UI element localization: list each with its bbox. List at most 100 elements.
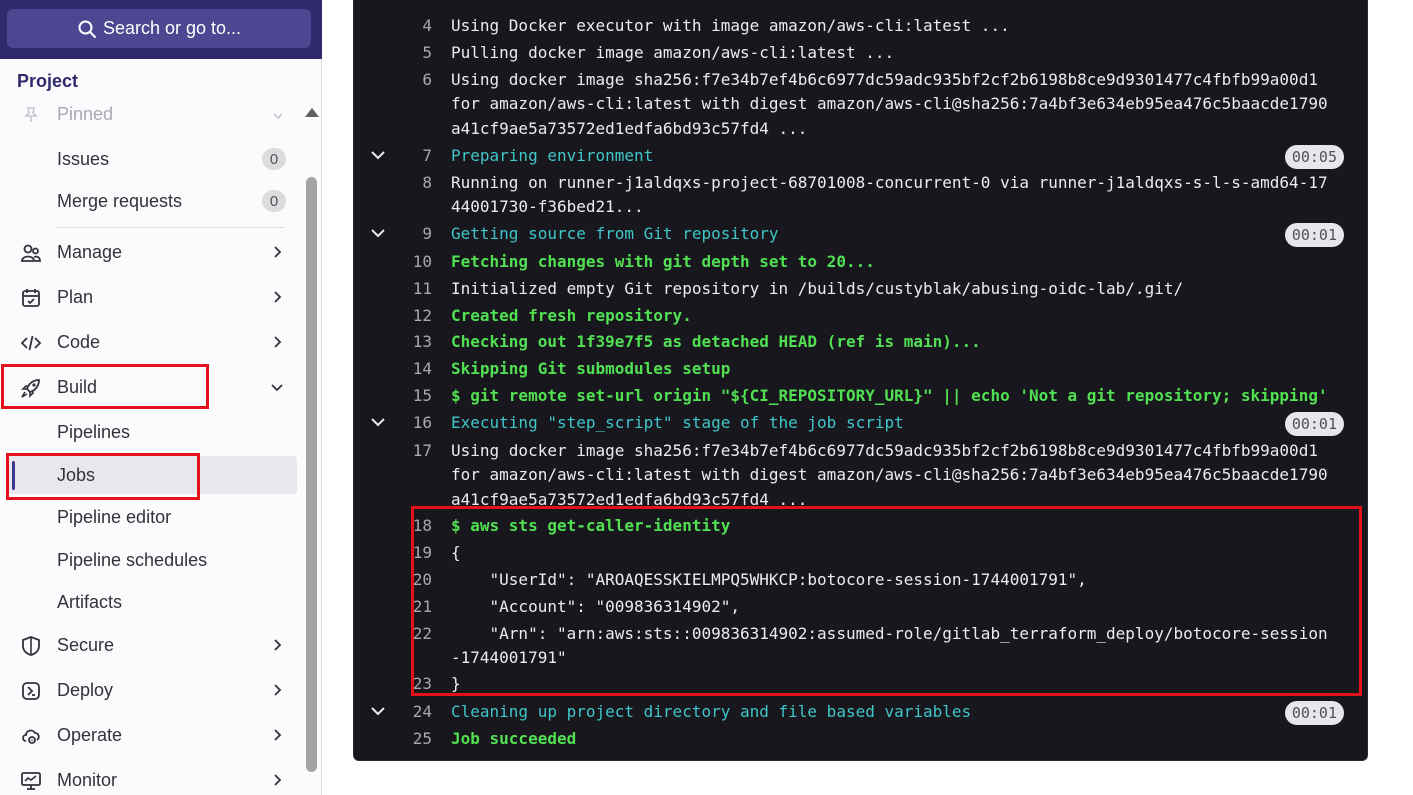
sidebar-item-plan[interactable]: Plan — [8, 277, 297, 317]
chevron-right-icon — [274, 246, 282, 258]
sidebar-item-monitor[interactable]: Monitor — [8, 760, 297, 795]
rocket-icon — [21, 379, 40, 398]
log-text: Initialized empty Git repository in /bui… — [451, 279, 1184, 298]
active-indicator — [12, 461, 15, 490]
sidebar-item-label: Manage — [57, 241, 123, 262]
scrollbar-thumb[interactable] — [306, 177, 317, 772]
calendar-icon — [22, 289, 40, 307]
line-number[interactable]: 10 — [396, 248, 432, 275]
sidebar-item-merge-requests[interactable]: Merge requests 0 — [8, 182, 297, 220]
log-text: "Account": "009836314902", — [451, 597, 740, 616]
sidebar-item-pipeline-schedules[interactable]: Pipeline schedules — [8, 541, 297, 579]
chevron-down-icon[interactable] — [370, 416, 386, 428]
log-text: for amazon/aws-cli:latest with digest am… — [451, 94, 1328, 113]
pin-icon — [24, 107, 38, 122]
line-number[interactable]: 19 — [396, 539, 432, 566]
line-number[interactable]: 25 — [396, 725, 432, 752]
section-duration-badge: 00:01 — [1284, 412, 1344, 436]
chevron-down-icon — [273, 113, 283, 120]
job-log: 4 Using Docker executor with image amazon… — [353, 0, 1368, 761]
sidebar-item-artifacts[interactable]: Artifacts — [8, 583, 297, 621]
chevron-down-icon[interactable] — [370, 149, 386, 161]
sidebar-item-label: Pipeline editor — [57, 506, 172, 527]
line-number[interactable]: 14 — [396, 355, 432, 382]
line-number[interactable]: 4 — [396, 12, 432, 39]
sidebar-item-issues[interactable]: Issues 0 — [8, 140, 297, 178]
line-number[interactable]: 6 — [396, 66, 432, 93]
log-text: for amazon/aws-cli:latest with digest am… — [451, 465, 1328, 484]
line-number[interactable]: 18 — [396, 512, 432, 539]
line-number[interactable]: 22 — [396, 620, 432, 647]
log-text: $ aws sts get-caller-identity — [451, 516, 731, 535]
log-text: Using Docker executor with image amazon/… — [451, 16, 1010, 35]
sidebar-item-label: Monitor — [57, 769, 118, 790]
line-number[interactable]: 12 — [396, 302, 432, 329]
line-number[interactable]: 17 — [396, 437, 432, 464]
chevron-right-icon — [274, 291, 282, 303]
scroll-up-arrow[interactable] — [305, 108, 319, 117]
log-text: Using docker image sha256:f7e34b7ef4b6c6… — [451, 441, 1318, 460]
log-text: $ git remote set-url origin "${CI_REPOSI… — [451, 386, 1328, 405]
line-number[interactable]: 23 — [396, 670, 432, 697]
sidebar-item-label: Artifacts — [57, 591, 123, 612]
log-text: Checking out 1f39e7f5 as detached HEAD (… — [451, 332, 981, 351]
line-number[interactable]: 7 — [396, 142, 432, 169]
log-text: a41cf9ae5a73572ed1edfa6bd93c57fd4 ... — [451, 490, 808, 509]
line-number[interactable]: 16 — [396, 409, 432, 436]
chevron-right-icon — [274, 336, 282, 348]
line-number[interactable]: 9 — [396, 220, 432, 247]
section-title: Project — [17, 71, 79, 91]
sidebar-item-pipeline-editor[interactable]: Pipeline editor — [8, 498, 297, 536]
deploy-icon — [22, 682, 40, 700]
sidebar-item-label: Plan — [57, 286, 94, 307]
log-text: Getting source from Git repository — [451, 224, 779, 243]
log-text: Running on runner-j1aldqxs-project-68701… — [451, 173, 1328, 192]
sidebar-item-secure[interactable]: Secure — [8, 625, 297, 665]
search-button[interactable]: Search or go to... — [7, 9, 311, 48]
line-number[interactable]: 20 — [396, 566, 432, 593]
line-number[interactable]: 24 — [396, 698, 432, 725]
sidebar-item-label: Merge requests — [57, 190, 183, 211]
log-text: Executing "step_script" stage of the job… — [451, 413, 904, 432]
merge-requests-count-badge: 0 — [262, 190, 286, 212]
sidebar-item-label: Issues — [57, 148, 110, 169]
log-text: a41cf9ae5a73572ed1edfa6bd93c57fd4 ... — [451, 119, 808, 138]
line-number[interactable]: 13 — [396, 328, 432, 355]
cloud-gear-icon — [22, 729, 40, 744]
chevron-right-icon — [274, 684, 282, 696]
log-text: "Arn": "arn:aws:sts::009836314902:assume… — [451, 624, 1328, 643]
issues-count-badge: 0 — [262, 148, 286, 170]
sidebar-item-code[interactable]: Code — [8, 322, 297, 362]
sidebar-item-deploy[interactable]: Deploy — [8, 670, 297, 710]
pinned-label: Pinned — [57, 104, 114, 124]
sidebar-item-build[interactable]: Build — [8, 367, 297, 407]
sidebar-item-pipelines[interactable]: Pipelines — [8, 413, 297, 451]
chevron-right-icon — [274, 729, 282, 741]
line-number[interactable]: 15 — [396, 382, 432, 409]
pinned-section[interactable]: Pinned — [8, 100, 297, 130]
nav-list: Pinned Issues 0 Merge requests 0 Manage … — [0, 100, 304, 795]
section-duration-badge: 00:05 — [1284, 145, 1344, 169]
sidebar-item-manage[interactable]: Manage — [8, 232, 297, 272]
chevron-down-icon[interactable] — [370, 227, 386, 239]
search-label: Search or go to... — [102, 18, 242, 38]
section-duration-badge: 00:01 — [1284, 223, 1344, 247]
log-text: Created fresh repository. — [451, 306, 692, 325]
sidebar-item-label: Secure — [57, 634, 115, 655]
code-icon — [20, 335, 42, 351]
line-number[interactable]: 8 — [396, 169, 432, 196]
log-text: { — [451, 543, 461, 562]
line-number[interactable]: 11 — [396, 275, 432, 302]
line-number[interactable]: 5 — [396, 39, 432, 66]
sidebar-item-jobs[interactable]: Jobs — [8, 456, 297, 494]
line-number[interactable]: 21 — [396, 593, 432, 620]
sidebar-item-label: Pipeline schedules — [57, 549, 208, 570]
log-text: Skipping Git submodules setup — [451, 359, 731, 378]
log-text: Using docker image sha256:f7e34b7ef4b6c6… — [451, 70, 1318, 89]
sidebar-item-label: Code — [57, 331, 101, 352]
sidebar-item-operate[interactable]: Operate — [8, 715, 297, 755]
log-text: 44001730-f36bed21... — [451, 197, 644, 216]
chevron-down-icon[interactable] — [370, 705, 386, 717]
chevron-down-icon — [271, 384, 283, 392]
chevron-right-icon — [274, 774, 282, 786]
